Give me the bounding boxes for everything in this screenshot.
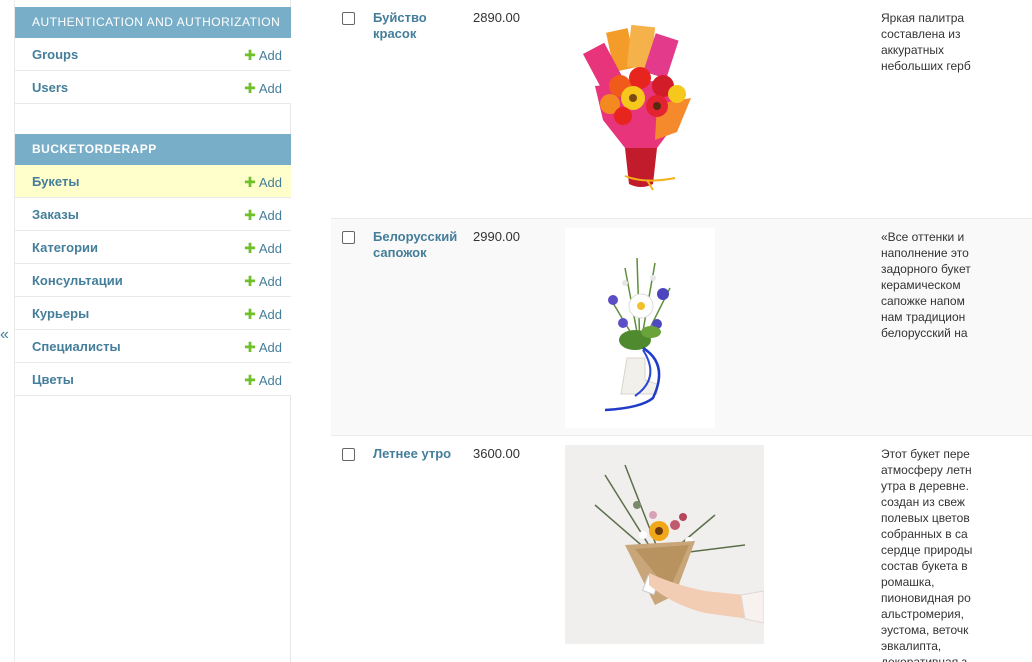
sidebar-item-label[interactable]: Консультации	[32, 273, 123, 288]
add-kurery-button[interactable]: ✚ Add	[244, 306, 282, 323]
sidebar-item-groups: Groups ✚ Add	[15, 38, 291, 71]
plus-icon: ✚	[244, 372, 256, 388]
table-row: Буйство красок 2890.00 Яркая палитра сос…	[331, 0, 1032, 219]
bouquet-photo	[565, 228, 715, 428]
bouquet-name-link[interactable]: Буйство красок	[373, 10, 465, 42]
plus-icon: ✚	[244, 47, 256, 63]
sidebar-item-bukety: Букеты ✚ Add	[15, 165, 291, 198]
add-label: Add	[258, 175, 282, 190]
bouquet-price: 2990.00	[473, 229, 520, 244]
module-caption-auth[interactable]: Authentication and Authorization	[15, 7, 291, 38]
add-label: Add	[258, 307, 282, 322]
row-select-checkbox[interactable]	[342, 231, 355, 244]
add-label: Add	[258, 241, 282, 256]
add-label: Add	[258, 48, 282, 63]
add-groups-button[interactable]: ✚ Add	[244, 47, 282, 64]
sidebar-item-label[interactable]: Users	[32, 80, 68, 95]
plus-icon: ✚	[244, 80, 256, 96]
row-select-checkbox[interactable]	[342, 12, 355, 25]
sidebar-item-users: Users ✚ Add	[15, 71, 291, 104]
add-label: Add	[258, 274, 282, 289]
bouquet-name-link[interactable]: Белорусский сапожок	[373, 229, 465, 261]
add-label: Add	[258, 340, 282, 355]
sidebar-item-label[interactable]: Заказы	[32, 207, 79, 222]
bouquet-description: Яркая палитра составлена из аккуратных н…	[881, 11, 971, 73]
bouquet-description: «Все оттенки и наполнение это задорного …	[881, 230, 971, 340]
bouquet-name-link[interactable]: Летнее утро	[373, 446, 465, 462]
add-kategorii-button[interactable]: ✚ Add	[244, 240, 282, 257]
result-list: Буйство красок 2890.00 Яркая палитра сос…	[331, 0, 1032, 662]
add-users-button[interactable]: ✚ Add	[244, 80, 282, 97]
add-zakazy-button[interactable]: ✚ Add	[244, 207, 282, 224]
bouquet-photo	[565, 8, 715, 208]
plus-icon: ✚	[244, 240, 256, 256]
module-auth: Authentication and Authorization Groups …	[15, 7, 291, 104]
plus-icon: ✚	[244, 207, 256, 223]
sidebar-item-specialisty: Специалисты ✚ Add	[15, 330, 291, 363]
sidebar-item-label[interactable]: Категории	[32, 240, 98, 255]
sidebar-item-cvety: Цветы ✚ Add	[15, 363, 291, 396]
bouquet-description: Этот букет пере атмосферу летн утра в де…	[881, 447, 973, 662]
add-label: Add	[258, 208, 282, 223]
plus-icon: ✚	[244, 273, 256, 289]
sidebar-item-kategorii: Категории ✚ Add	[15, 231, 291, 264]
add-bukety-button[interactable]: ✚ Add	[244, 174, 282, 191]
bouquet-price: 2890.00	[473, 10, 520, 25]
sidebar-item-label[interactable]: Букеты	[32, 174, 79, 189]
plus-icon: ✚	[244, 174, 256, 190]
add-label: Add	[258, 373, 282, 388]
sidebar-item-label[interactable]: Groups	[32, 47, 78, 62]
module-caption-bucketorderapp[interactable]: BUCKETORDERAPP	[15, 134, 291, 165]
plus-icon: ✚	[244, 306, 256, 322]
app-sidebar: Authentication and Authorization Groups …	[14, 0, 291, 662]
sidebar-item-konsultacii: Консультации ✚ Add	[15, 264, 291, 297]
plus-icon: ✚	[244, 339, 256, 355]
bouquet-price: 3600.00	[473, 446, 520, 461]
add-label: Add	[258, 81, 282, 96]
row-select-checkbox[interactable]	[342, 448, 355, 461]
sidebar-item-kurery: Курьеры ✚ Add	[15, 297, 291, 330]
add-konsultacii-button[interactable]: ✚ Add	[244, 273, 282, 290]
sidebar-item-label[interactable]: Специалисты	[32, 339, 121, 354]
module-bucketorderapp: BUCKETORDERAPP Букеты ✚ Add Заказы ✚ Add К…	[15, 134, 291, 396]
bouquet-photo	[565, 445, 764, 644]
add-cvety-button[interactable]: ✚ Add	[244, 372, 282, 389]
table-row: Летнее утро 3600.00 Этот букет пере атмо…	[331, 436, 1032, 662]
add-specialisty-button[interactable]: ✚ Add	[244, 339, 282, 356]
table-row: Белорусский сапожок 2990.00 «Все оттенки…	[331, 219, 1032, 436]
sidebar-collapse-toggle[interactable]: «	[0, 323, 14, 347]
sidebar-item-zakazy: Заказы ✚ Add	[15, 198, 291, 231]
sidebar-item-label[interactable]: Курьеры	[32, 306, 89, 321]
sidebar-item-label[interactable]: Цветы	[32, 372, 74, 387]
